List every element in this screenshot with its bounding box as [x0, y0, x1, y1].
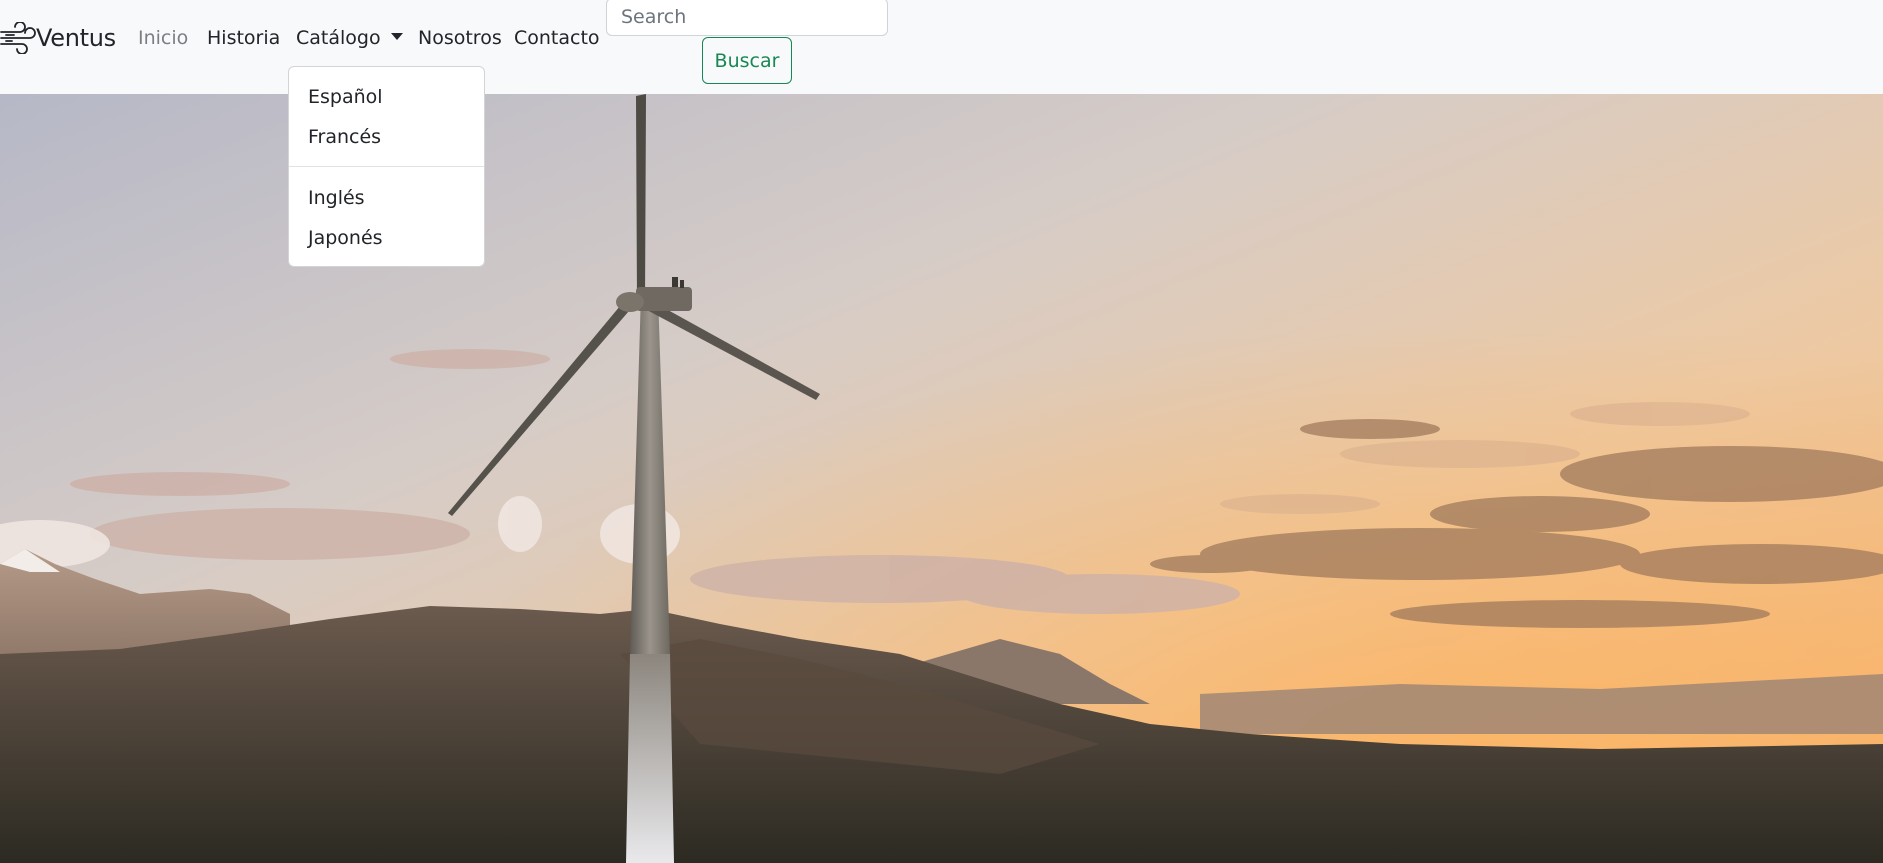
search-button[interactable]: Buscar	[702, 37, 792, 84]
dropdown-item-frances[interactable]: Francés	[308, 124, 381, 150]
caret-down-icon	[390, 33, 403, 40]
nav-link-catalogo[interactable]: Catálogo	[296, 25, 403, 51]
nav-link-catalogo-label: Catálogo	[296, 27, 381, 49]
nav-link-historia[interactable]: Historia	[207, 25, 280, 51]
brand[interactable]: Ventus	[0, 20, 116, 56]
nav-link-contacto[interactable]: Contacto	[514, 25, 600, 51]
navbar: Ventus Inicio Historia Catálogo Nosotros…	[0, 0, 1883, 94]
dropdown-item-japones[interactable]: Japonés	[308, 225, 383, 251]
nav-link-inicio[interactable]: Inicio	[138, 25, 188, 51]
catalog-dropdown-menu: Español Francés Inglés Japonés	[288, 66, 485, 267]
dropdown-item-ingles[interactable]: Inglés	[308, 185, 365, 211]
brand-name: Ventus	[36, 24, 116, 52]
dropdown-item-espanol[interactable]: Español	[308, 84, 383, 110]
nav-link-nosotros[interactable]: Nosotros	[418, 25, 502, 51]
hero-image	[0, 94, 1883, 863]
wind-turbine-landscape	[0, 94, 1883, 863]
search-input[interactable]	[606, 0, 888, 36]
dropdown-divider	[289, 166, 484, 167]
wind-icon	[0, 22, 36, 54]
